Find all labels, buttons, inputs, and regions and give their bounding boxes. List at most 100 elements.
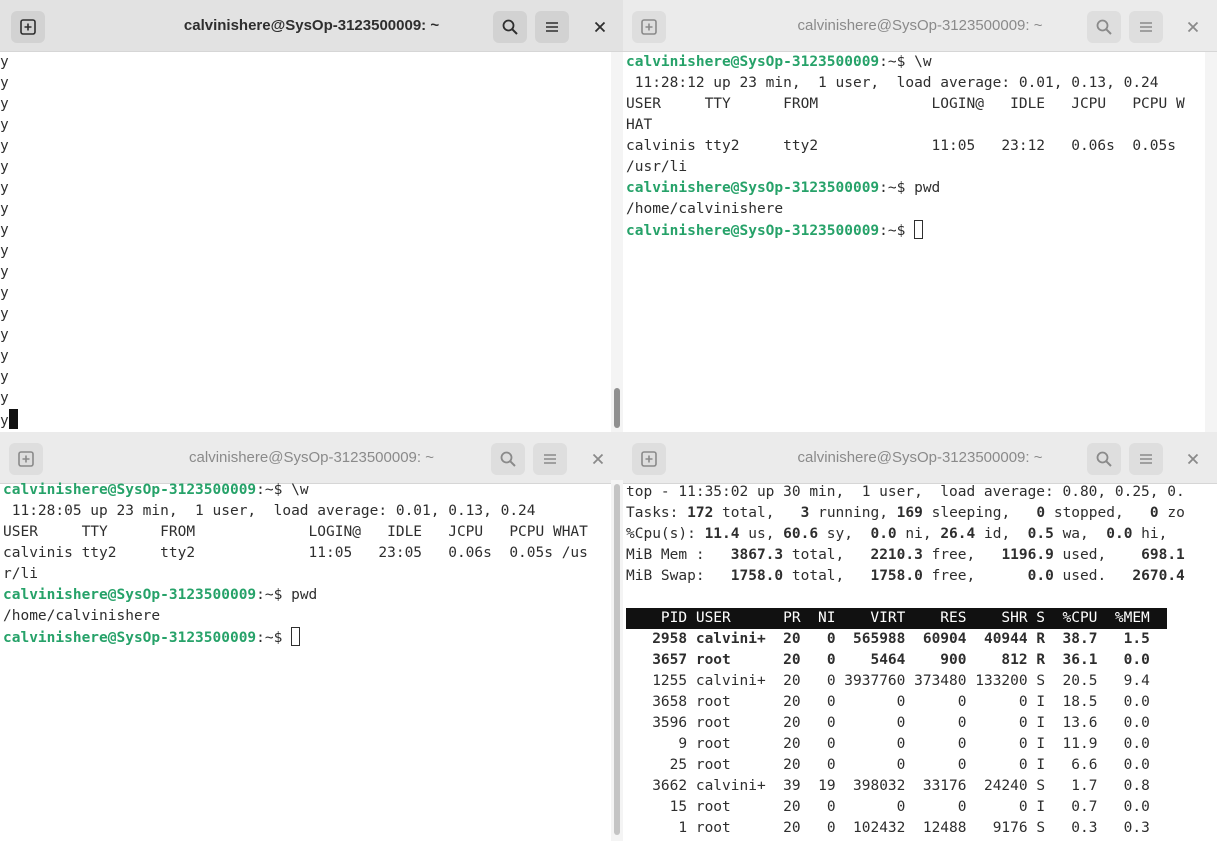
process-ni: 0 (800, 715, 836, 731)
process-row[interactable]: 3658 root 20 0 0 0 0 I 18.5 0.0 (626, 692, 1217, 713)
menu-button[interactable] (533, 443, 567, 475)
close-button[interactable] (1178, 11, 1208, 43)
search-button[interactable] (1087, 443, 1121, 475)
scrollbar[interactable] (611, 480, 623, 841)
summary-value: 2210.3 (870, 547, 923, 563)
output-line: 11:28:05 up 23 min, 1 user, load average… (3, 501, 611, 522)
process-res: 373480 (905, 673, 967, 689)
process-row[interactable]: 3662 calvini+ 39 19 398032 33176 24240 S… (626, 776, 1217, 797)
summary-text: %Cpu(s): (626, 526, 705, 542)
scrollbar[interactable] (611, 52, 623, 432)
cursor (291, 627, 301, 646)
process-pr: 20 (774, 757, 801, 773)
output-line: y (0, 409, 611, 430)
process-s: I (1027, 736, 1046, 752)
process-cpu: 1.7 (1045, 778, 1098, 794)
summary-text: zo (1158, 505, 1185, 521)
process-cpu: 0.3 (1045, 820, 1098, 836)
summary-text: used. (1053, 568, 1133, 584)
process-res: 0 (905, 799, 967, 815)
summary-value: 0.0 (1027, 568, 1054, 584)
process-shr: 0 (966, 799, 1028, 815)
output-line: y (0, 243, 9, 259)
hamburger-menu-icon (1140, 454, 1152, 464)
close-button[interactable] (585, 11, 615, 43)
line-text: 11:28:05 up 23 min, 1 user, load average… (3, 503, 536, 519)
output-line: y (0, 138, 9, 154)
close-button[interactable] (583, 443, 613, 475)
process-pid: 15 (626, 799, 688, 815)
process-pr: 20 (774, 820, 801, 836)
search-button[interactable] (493, 11, 527, 43)
output-line: y (0, 369, 9, 385)
top-output[interactable]: top - 11:35:02 up 30 min, 1 user, load a… (626, 482, 1217, 841)
process-row[interactable]: 1 root 20 0 102432 12488 9176 S 0.3 0.3 (626, 818, 1217, 839)
summary-value: 1758.0 (730, 568, 784, 584)
summary-value: 1758.0 (870, 568, 923, 584)
output-line: calvinishere@SysOp-3123500009:~$ pwd (626, 178, 1205, 199)
scrollbar-thumb[interactable] (614, 484, 620, 835)
process-pid: 25 (626, 757, 688, 773)
terminal-output[interactable]: calvinishere@SysOp-3123500009:~$ \w 11:2… (626, 52, 1205, 432)
process-user: calvini+ (687, 631, 775, 647)
process-mem: 1.5 (1097, 631, 1150, 647)
process-row[interactable]: 2958 calvini+ 20 0 565988 60904 40944 R … (626, 629, 1217, 650)
process-ni: 0 (800, 757, 836, 773)
close-button[interactable] (1178, 443, 1208, 475)
menu-button[interactable] (1129, 443, 1163, 475)
search-button[interactable] (1087, 11, 1121, 43)
terminal-output[interactable]: calvinishere@SysOp-3123500009:~$ \w 11:2… (3, 480, 611, 841)
process-user: root (687, 799, 775, 815)
process-mem: 0.8 (1097, 778, 1150, 794)
process-mem: 0.0 (1097, 715, 1150, 731)
process-shr: 40944 (966, 631, 1028, 647)
summary-line: MiB Swap: 1758.0 total, 1758.0 free, 0.0… (626, 566, 1217, 587)
process-row[interactable]: 25 root 20 0 0 0 0 I 6.6 0.0 (626, 755, 1217, 776)
line-text: /home/calvinishere (626, 201, 784, 217)
process-row[interactable]: 3657 root 20 0 5464 900 812 R 36.1 0.0 (626, 650, 1217, 671)
process-user: root (687, 652, 775, 668)
process-row[interactable]: 9 root 20 0 0 0 0 I 11.9 0.0 (626, 734, 1217, 755)
summary-text: id, (975, 526, 1028, 542)
search-icon (1096, 451, 1112, 467)
process-row[interactable]: 3596 root 20 0 0 0 0 I 13.6 0.0 (626, 713, 1217, 734)
menu-button[interactable] (535, 11, 569, 43)
process-user: root (687, 736, 775, 752)
output-line: calvinishere@SysOp-3123500009:~$ pwd (3, 585, 611, 606)
summary-text: sleeping, (922, 505, 1037, 521)
scrollbar[interactable] (1205, 52, 1217, 432)
process-row[interactable]: 1255 calvini+ 20 0 3937760 373480 133200… (626, 671, 1217, 692)
process-shr: 133200 (966, 673, 1028, 689)
terminal-window-bottom-right[interactable]: calvinishere@SysOp-3123500009: ~ top - 1… (623, 432, 1217, 841)
close-icon (1187, 453, 1199, 465)
hamburger-menu-icon (546, 22, 558, 32)
summary-text: used, (1053, 547, 1142, 563)
output-line: calvinishere@SysOp-3123500009:~$ (626, 220, 1205, 241)
hamburger-menu-icon (544, 454, 556, 464)
terminal-window-top-right[interactable]: calvinishere@SysOp-3123500009: ~ calvini… (623, 0, 1217, 432)
summary-text: total, (783, 568, 871, 584)
process-res: 900 (905, 652, 967, 668)
terminal-output[interactable]: yyyyyyyyyyyyyyyyyy (0, 52, 611, 432)
process-cpu: 6.6 (1045, 757, 1098, 773)
prompt-user-host: calvinishere@SysOp-3123500009 (3, 482, 257, 498)
process-ni: 0 (800, 652, 836, 668)
process-ni: 0 (800, 673, 836, 689)
line-text: 11:28:12 up 23 min, 1 user, load average… (626, 75, 1159, 91)
process-row[interactable]: 15 root 20 0 0 0 0 I 0.7 0.0 (626, 797, 1217, 818)
line-text: :~$ pwd (256, 587, 318, 603)
menu-button[interactable] (1129, 11, 1163, 43)
process-pid: 3658 (626, 694, 688, 710)
process-res: 0 (905, 736, 967, 752)
terminal-window-bottom-left[interactable]: calvinishere@SysOp-3123500009: ~ calvini… (0, 432, 623, 841)
process-ni: 0 (800, 799, 836, 815)
output-line: r/li (3, 564, 611, 585)
summary-value: 172 (687, 505, 714, 521)
process-shr: 812 (966, 652, 1028, 668)
terminal-window-top-left[interactable]: calvinishere@SysOp-3123500009: ~ yyyyyyy… (0, 0, 623, 432)
scrollbar-thumb[interactable] (614, 388, 620, 428)
search-button[interactable] (491, 443, 525, 475)
output-line: y (0, 117, 9, 133)
process-s: S (1027, 778, 1046, 794)
output-line: y (0, 348, 9, 364)
